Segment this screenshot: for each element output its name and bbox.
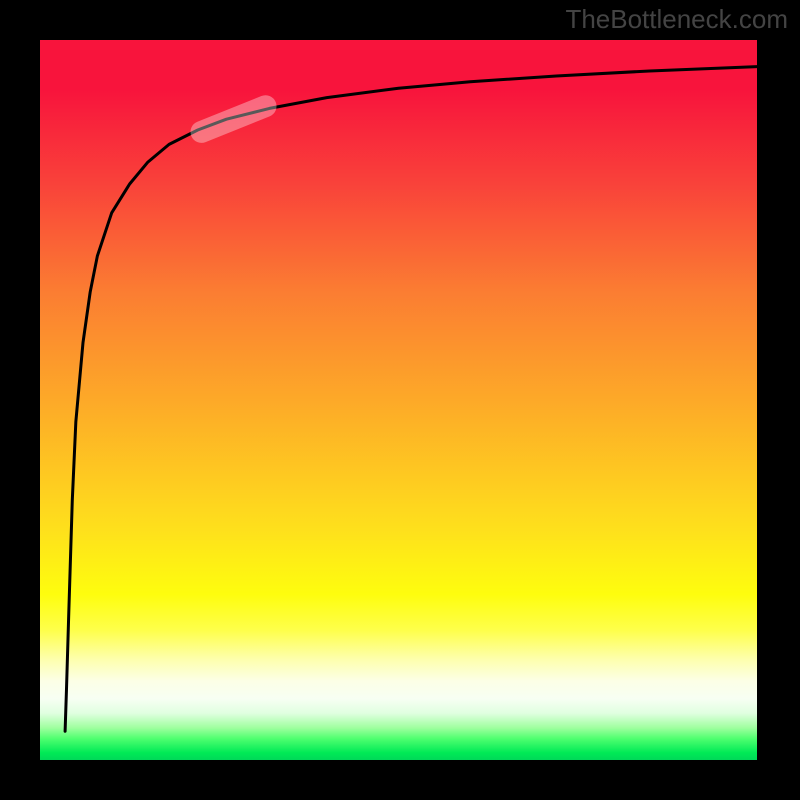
watermark-text: TheBottleneck.com [565,4,788,35]
frame-right [757,0,800,800]
frame-left [0,0,40,800]
plot-background-gradient [40,40,757,760]
frame-bottom [0,760,800,800]
chart-container: TheBottleneck.com [0,0,800,800]
